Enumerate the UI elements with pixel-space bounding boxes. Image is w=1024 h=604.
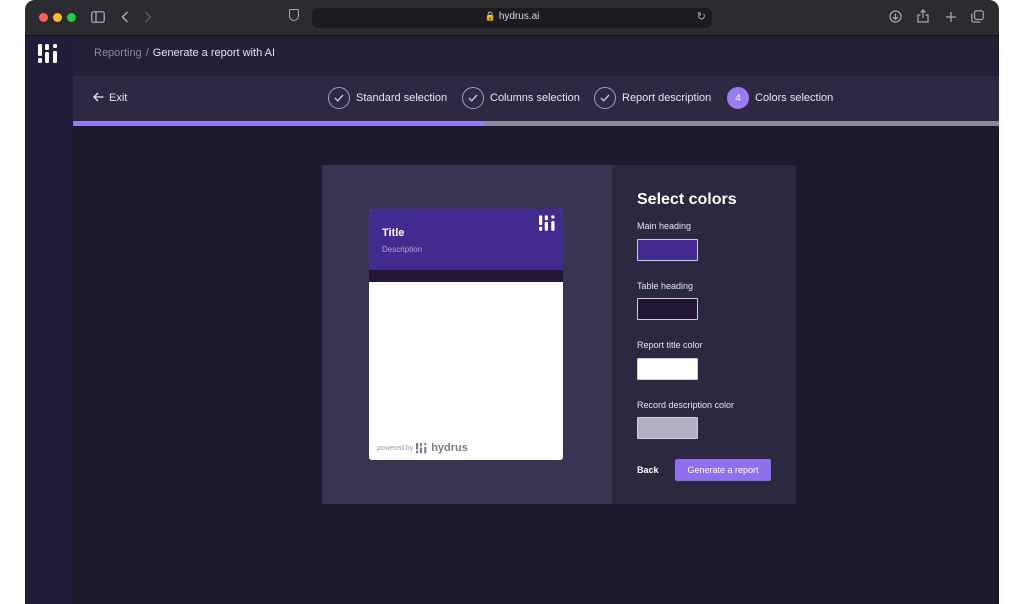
report-title-color-picker[interactable] <box>637 358 698 380</box>
step-label: Colors selection <box>755 92 834 104</box>
panel-title: Select colors <box>637 191 737 208</box>
report-preview-panel: Title Description powered by hydrus <box>322 165 612 504</box>
breadcrumb-current: Generate a report with AI <box>152 47 276 59</box>
generate-report-button[interactable]: Generate a report <box>675 459 771 481</box>
back-icon[interactable] <box>121 9 129 27</box>
hydrus-logo-icon[interactable] <box>38 44 60 64</box>
minimize-window-button[interactable] <box>53 13 62 22</box>
table-heading-color-picker[interactable] <box>637 298 698 320</box>
main-heading-color-picker[interactable] <box>637 239 698 261</box>
download-icon[interactable] <box>889 9 902 27</box>
step-label: Report description <box>622 92 712 104</box>
reload-icon[interactable]: ↻ <box>697 10 706 23</box>
lock-icon: 🔒 <box>484 11 496 21</box>
breadcrumb-reporting-link[interactable]: Reporting <box>94 47 142 59</box>
shield-icon[interactable] <box>289 9 299 21</box>
hydrus-logo-icon <box>539 215 555 231</box>
exit-button[interactable]: Exit <box>93 91 127 105</box>
maximize-window-button[interactable] <box>67 13 76 22</box>
report-title-color-label: Report title color <box>637 340 703 350</box>
colors-panel: Select colors Main heading Table heading… <box>612 165 796 504</box>
sidebar-toggle-icon[interactable] <box>91 9 105 27</box>
step-label: Standard selection <box>356 92 448 104</box>
preview-description: Description <box>382 245 423 254</box>
record-description-color-picker[interactable] <box>637 417 698 439</box>
record-description-color-label: Record description color <box>637 400 735 410</box>
check-icon <box>594 87 616 109</box>
check-icon <box>462 87 484 109</box>
powered-by-brand: hydrus <box>431 442 468 454</box>
preview-footer: powered by hydrus <box>377 442 468 454</box>
progress-bar-fill <box>73 121 486 126</box>
step-label: Columns selection <box>490 92 580 104</box>
url-text: hydrus.ai <box>498 11 540 22</box>
app-sidebar <box>25 36 73 604</box>
forward-icon[interactable] <box>144 9 152 27</box>
check-icon <box>328 87 350 109</box>
share-icon[interactable] <box>917 9 929 27</box>
page-header: Reporting / Generate a report with AI <box>73 36 999 76</box>
step-standard-selection[interactable]: Standard selection <box>328 87 447 109</box>
preview-table-heading <box>369 270 563 282</box>
browser-window: 🔒hydrus.ai ↻ Reporting/Generate a rep <box>25 0 999 604</box>
new-tab-icon[interactable] <box>945 9 957 27</box>
hydrus-logo-icon <box>416 442 427 453</box>
breadcrumb: Reporting / Generate a report with AI <box>94 47 275 59</box>
preview-title: Title <box>382 227 405 239</box>
step-number-badge: 4 <box>727 87 749 109</box>
report-preview: Title Description powered by hydrus <box>369 209 563 460</box>
step-report-description[interactable]: Report description <box>594 87 711 109</box>
preview-main-heading: Title Description <box>369 209 563 270</box>
address-bar[interactable]: 🔒 hydrus.ai ↻ <box>312 8 712 28</box>
main-heading-label: Main heading <box>637 221 692 231</box>
tabs-icon[interactable] <box>971 9 984 27</box>
breadcrumb-separator: / <box>145 47 149 59</box>
step-columns-selection[interactable]: Columns selection <box>462 87 580 109</box>
browser-toolbar: 🔒 hydrus.ai ↻ <box>25 0 999 36</box>
close-window-button[interactable] <box>39 13 48 22</box>
arrow-left-icon <box>93 91 104 105</box>
exit-label: Exit <box>109 92 128 104</box>
back-button[interactable]: Back <box>637 465 659 475</box>
progress-bar <box>73 121 999 126</box>
step-colors-selection[interactable]: 4 Colors selection <box>727 87 833 109</box>
wizard-stepper: Exit Standard selection Columns selectio… <box>73 76 999 121</box>
powered-by-text: powered by <box>377 444 414 452</box>
table-heading-label: Table heading <box>637 281 694 291</box>
